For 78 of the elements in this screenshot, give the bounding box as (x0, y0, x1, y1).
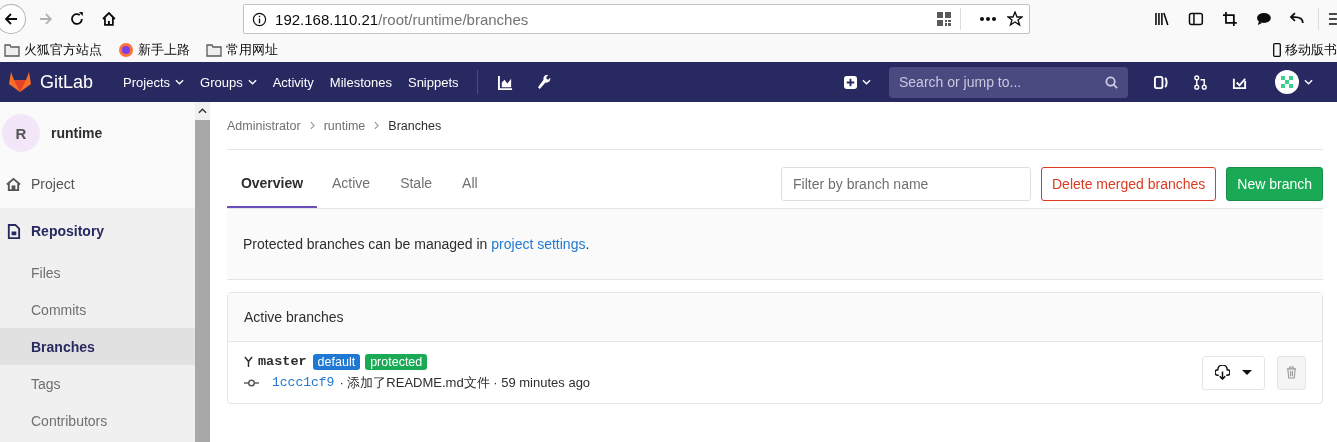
chevron-down-icon (247, 79, 257, 85)
branch-icon (244, 356, 253, 367)
tab[interactable]: Stale (385, 160, 448, 208)
project-name[interactable]: runtime (51, 125, 103, 141)
avatar-icon (1275, 70, 1299, 94)
sidebar-subitem[interactable]: Contributors (0, 402, 195, 439)
nav-link[interactable]: Snippets (399, 74, 467, 90)
folder-icon (4, 42, 20, 58)
library-icon[interactable] (1154, 11, 1170, 27)
phone-icon (1273, 43, 1281, 57)
sidebar-subitem[interactable]: Files (0, 254, 195, 291)
url-path: /root/runtime/branches (378, 10, 529, 28)
notice-text: Protected branches can be managed in project settings. (243, 236, 590, 252)
breadcrumb-link[interactable]: Administrator (227, 118, 301, 133)
search-field[interactable]: Search or jump to... (889, 66, 1128, 98)
bookmark[interactable]: 常用网址 (202, 41, 278, 59)
filter-field[interactable]: Filter by branch name (781, 167, 1031, 201)
sidebar-subitem[interactable]: Commits (0, 291, 195, 328)
cloud-download-icon (1215, 365, 1230, 380)
commit-icon (244, 378, 259, 387)
nav-link[interactable]: Groups (192, 74, 265, 90)
mobile-bookmarks[interactable]: 移动版书 (1269, 41, 1337, 59)
download-button[interactable] (1202, 355, 1265, 390)
branch-badge: default (312, 353, 361, 370)
tab[interactable]: Active (317, 160, 386, 208)
back-arrow-icon (2, 11, 19, 27)
sidebar-icon[interactable] (1187, 11, 1204, 27)
home-icon (6, 176, 21, 192)
chevron-down-icon (862, 79, 871, 85)
chevron-right-icon (309, 121, 315, 130)
breadcrumb-link[interactable]: runtime (323, 118, 366, 133)
reload-icon[interactable] (69, 11, 86, 27)
bookmark[interactable]: 新手上路 (114, 41, 190, 59)
bookmark[interactable]: 火狐官方站点 (0, 41, 102, 59)
chevron-down-icon (175, 79, 184, 85)
branch-badge: protected (365, 353, 428, 370)
chevron-right-icon (374, 121, 380, 130)
scrollbar[interactable] (195, 102, 210, 442)
globe-icon (118, 42, 134, 58)
caret-icon (1242, 370, 1252, 375)
brand-name[interactable]: GitLab (40, 71, 94, 93)
trash-icon (1286, 366, 1297, 379)
project-avatar[interactable]: R (2, 114, 40, 152)
chevron-down-icon (1304, 79, 1313, 85)
nav-link[interactable]: Milestones (321, 74, 400, 90)
chart-icon[interactable] (497, 74, 513, 90)
tab[interactable]: All (447, 160, 493, 208)
folder-icon (206, 42, 222, 58)
merge-request-icon[interactable] (1193, 74, 1208, 90)
issues-icon[interactable] (1154, 74, 1169, 90)
branch-name[interactable]: master (258, 354, 307, 369)
url-host: 192.168.110.21 (275, 10, 379, 28)
panel-title: Active branches (228, 293, 1322, 342)
breadcrumb-link[interactable]: Branches (388, 118, 442, 133)
star-icon[interactable] (1007, 11, 1024, 27)
document-icon (6, 223, 21, 239)
nav-link[interactable]: Projects (115, 74, 192, 90)
menu-icon[interactable] (1329, 12, 1337, 26)
info-icon (252, 11, 268, 27)
fox-logo-icon (8, 71, 32, 93)
sidebar-subitem[interactable]: Tags (0, 365, 195, 402)
qr-code-icon[interactable] (936, 11, 953, 27)
sidebar-subitem[interactable]: Branches (0, 328, 195, 365)
address-bar[interactable]: 192.168.110.21/root/runtime/branches (243, 4, 1031, 34)
search-icon (1105, 75, 1118, 89)
crop-icon[interactable] (1221, 11, 1238, 27)
delete-merged-button[interactable]: Delete merged branches (1041, 167, 1217, 201)
chevron-up-icon (198, 108, 207, 114)
plus-square-icon (844, 75, 857, 89)
commit-sha-link[interactable]: 1ccc1cf9 (272, 375, 335, 390)
sidebar-item[interactable]: Project (0, 164, 195, 204)
wrench-icon[interactable] (536, 74, 552, 90)
more-icon[interactable] (979, 16, 998, 22)
chat-bubble-icon[interactable] (1255, 11, 1272, 27)
home-icon[interactable] (101, 11, 118, 27)
back-button[interactable] (0, 4, 26, 34)
commit-info: · 添加了README.md文件 · 59 minutes ago (339, 373, 591, 392)
nav-link[interactable]: Activity (264, 74, 322, 90)
